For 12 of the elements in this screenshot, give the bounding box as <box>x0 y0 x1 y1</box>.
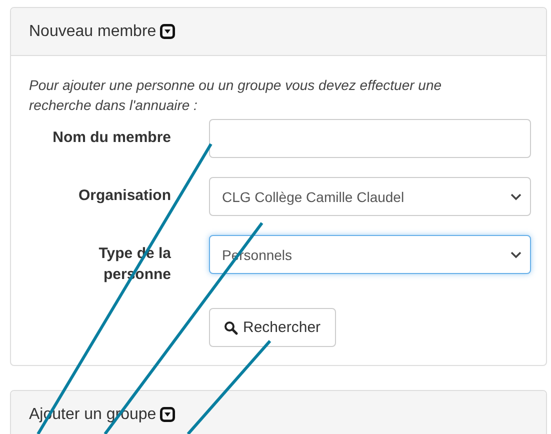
select-field[interactable]: CLG Collège Camille Claudel <box>209 177 531 216</box>
panel-title: Nouveau membre <box>29 22 156 40</box>
search-icon <box>224 320 238 334</box>
caret-square-icon[interactable] <box>160 24 176 39</box>
field-label: Nom du membre <box>52 128 171 148</box>
intro-text: Pour ajouter une personne ou un groupe vous devez effectuer une recherche dans l'annuaire : <box>29 76 443 115</box>
field-label: Organisation <box>77 186 171 206</box>
chevron-down-icon <box>510 250 522 258</box>
caret-square-icon[interactable] <box>160 407 176 422</box>
chevron-down-icon <box>510 192 522 200</box>
input-field[interactable] <box>209 119 531 158</box>
search-button[interactable]: Rechercher <box>209 308 336 347</box>
